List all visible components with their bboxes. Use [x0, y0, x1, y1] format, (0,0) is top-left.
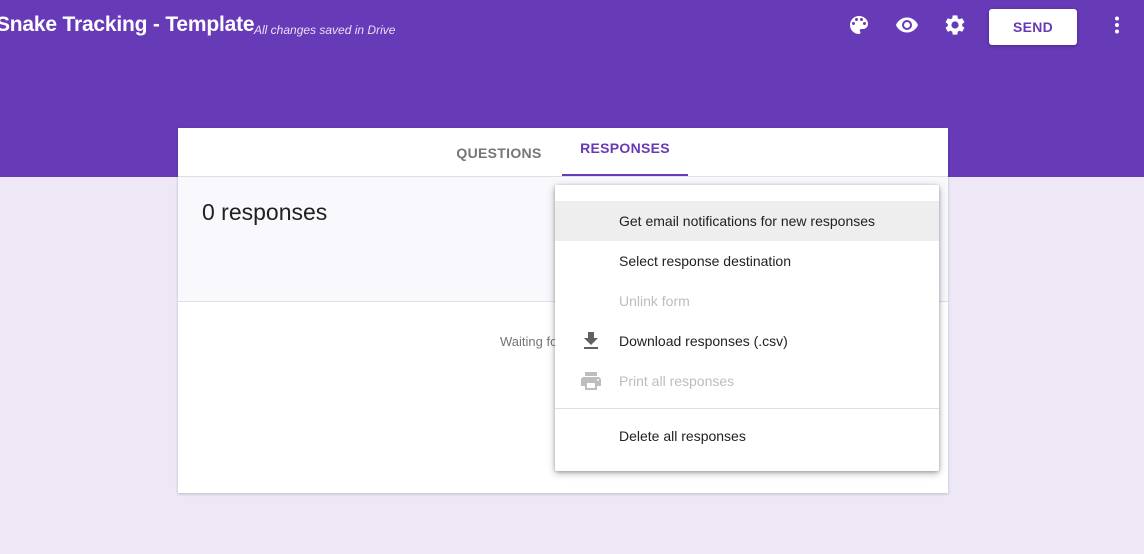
responses-options-menu: Get email notifications for new response… [555, 185, 939, 471]
more-vert-icon[interactable] [1105, 13, 1129, 37]
gear-icon[interactable] [943, 13, 967, 37]
menu-item-label: Print all responses [619, 373, 735, 389]
tab-questions[interactable]: QUESTIONS [452, 128, 546, 177]
send-button[interactable]: SEND [989, 9, 1077, 45]
menu-item-email-notifications[interactable]: Get email notifications for new response… [555, 201, 939, 241]
menu-item-unlink-form: Unlink form [555, 281, 939, 321]
response-count: 0 responses [202, 199, 328, 225]
menu-item-label: Delete all responses [619, 428, 746, 444]
palette-icon[interactable] [847, 13, 871, 37]
menu-item-print-all: Print all responses [555, 361, 939, 401]
download-icon [579, 329, 603, 353]
tab-bar: QUESTIONS RESPONSES [178, 128, 948, 177]
menu-item-label: Select response destination [619, 253, 791, 269]
eye-icon[interactable] [895, 13, 919, 37]
print-icon [579, 369, 603, 393]
save-status: All changes saved in Drive [254, 23, 396, 37]
menu-item-label: Unlink form [619, 293, 690, 309]
menu-item-label: Get email notifications for new response… [619, 213, 876, 229]
menu-item-label: Download responses (.csv) [619, 333, 788, 349]
menu-item-download-csv[interactable]: Download responses (.csv) [555, 321, 939, 361]
waiting-message: Waiting fo [500, 334, 558, 349]
menu-divider [555, 408, 939, 409]
menu-item-select-destination[interactable]: Select response destination [555, 241, 939, 281]
menu-item-delete-all[interactable]: Delete all responses [555, 416, 939, 456]
form-title[interactable]: Snake Tracking - Template [0, 13, 255, 37]
tab-responses[interactable]: RESPONSES [562, 128, 688, 176]
